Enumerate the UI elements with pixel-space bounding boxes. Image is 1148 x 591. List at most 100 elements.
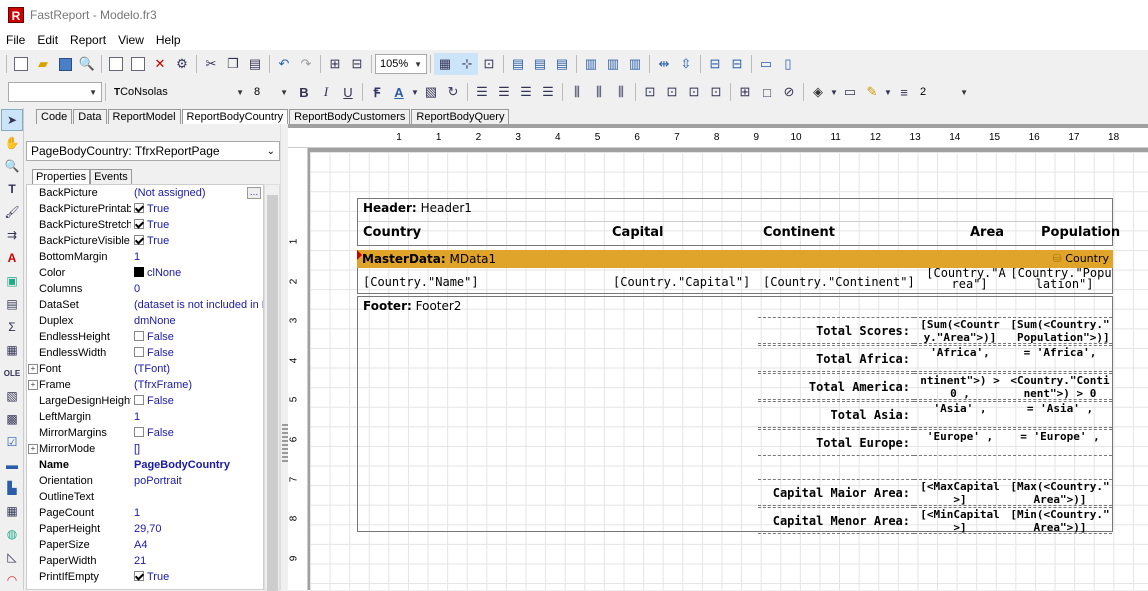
property-value[interactable]: 29,70 xyxy=(131,521,263,537)
field-country-population[interactable]: [Country."Popu lation"] xyxy=(1010,268,1112,290)
font-size-select[interactable]: 8▼ xyxy=(249,82,293,102)
field-country-area[interactable]: [Country."A rea"] xyxy=(925,268,1007,290)
checkbox-object-icon[interactable]: ☑ xyxy=(1,431,23,453)
align-top-icon[interactable]: ▥ xyxy=(580,53,602,75)
same-height-icon[interactable]: ▯ xyxy=(777,53,799,75)
unchecked-checkbox-icon[interactable] xyxy=(134,395,144,405)
footer-total-label[interactable]: Total Africa: xyxy=(758,345,914,372)
text-align-right-icon[interactable]: ☰ xyxy=(515,81,537,103)
richtext-icon[interactable]: ▧ xyxy=(1,385,23,407)
tab-reportbodyquery[interactable]: ReportBodyQuery xyxy=(411,109,509,124)
property-value[interactable]: dmNone xyxy=(131,313,263,329)
map-object-icon[interactable]: ◍ xyxy=(1,523,23,545)
menu-report[interactable]: Report xyxy=(64,33,112,47)
zoom-tool-icon[interactable]: 🔍 xyxy=(1,155,23,177)
property-row[interactable]: OutlineText xyxy=(27,489,263,505)
report-page[interactable]: Header: Header1 Country Capital Continen… xyxy=(310,152,1148,590)
bold-icon[interactable]: B xyxy=(293,81,315,103)
valign-bottom-icon[interactable]: ⫼ xyxy=(610,81,632,103)
property-row[interactable]: MirrorMode[] xyxy=(27,441,263,457)
fill-color-dropdown-icon[interactable]: ▼ xyxy=(829,81,839,103)
new-report-icon[interactable] xyxy=(10,53,32,75)
field-country-name[interactable]: [Country."Name"] xyxy=(363,275,479,289)
center-v-icon[interactable]: ⊟ xyxy=(726,53,748,75)
property-value[interactable]: [] xyxy=(131,441,263,457)
frame-bottom-icon[interactable]: ⊡ xyxy=(661,81,683,103)
align-bottom-icon[interactable]: ▥ xyxy=(624,53,646,75)
copy-icon[interactable]: ❐ xyxy=(222,53,244,75)
subreport-icon[interactable]: ▤ xyxy=(1,293,23,315)
ungroup-icon[interactable]: ⊟ xyxy=(346,53,368,75)
open-folder-icon[interactable]: ▰ xyxy=(32,53,54,75)
property-row[interactable]: LargeDesignHeightFalse xyxy=(27,393,263,409)
menu-help[interactable]: Help xyxy=(150,33,187,47)
property-value[interactable]: 1 xyxy=(131,505,263,521)
frame-top-icon[interactable]: ⊡ xyxy=(639,81,661,103)
checked-checkbox-icon[interactable] xyxy=(134,203,144,213)
checked-checkbox-icon[interactable] xyxy=(134,571,144,581)
menu-edit[interactable]: Edit xyxy=(31,33,64,47)
format-painter-icon[interactable]: 🖌 xyxy=(1,201,23,223)
tab-code[interactable]: Code xyxy=(36,109,72,124)
valign-top-icon[interactable]: ⫼ xyxy=(566,81,588,103)
footer-area-expression[interactable]: [<MaxCapital >] xyxy=(914,479,1006,506)
property-value[interactable]: False xyxy=(131,393,263,409)
shape-object-icon[interactable]: ▬ xyxy=(1,454,23,476)
align-right-icon[interactable]: ▤ xyxy=(551,53,573,75)
property-value[interactable]: 1 xyxy=(131,409,263,425)
footer-total-label[interactable]: Capital Menor Area: xyxy=(758,507,914,534)
property-value[interactable]: True xyxy=(131,569,263,585)
header-continent[interactable]: Continent xyxy=(763,225,835,240)
header-country[interactable]: Country xyxy=(363,225,421,240)
property-row[interactable]: DuplexdmNone xyxy=(27,313,263,329)
font-color-dropdown-icon[interactable]: ▼ xyxy=(410,81,420,103)
masterdata-band-header[interactable]: MasterData: MData1 ⛁ Country xyxy=(357,250,1113,268)
property-row[interactable]: DataSet(dataset is not included in F xyxy=(27,297,263,313)
text-object-icon[interactable]: A xyxy=(1,247,23,269)
property-value[interactable]: False xyxy=(131,425,263,441)
frame-left-icon[interactable]: ⊡ xyxy=(683,81,705,103)
field-country-capital[interactable]: [Country."Capital"] xyxy=(613,275,750,289)
show-grid-icon[interactable]: ▦ xyxy=(434,53,456,75)
footer-population-expression[interactable]: <Country."Conti nent">) > 0 xyxy=(1008,373,1112,400)
font-name-select[interactable]: TCoNsolas▼ xyxy=(109,82,249,102)
center-h-icon[interactable]: ⊟ xyxy=(704,53,726,75)
tab-reportbodycustomers[interactable]: ReportBodyCustomers xyxy=(289,109,410,124)
memo-icon[interactable]: ▦ xyxy=(1,339,23,361)
footer-total-label[interactable]: Total America: xyxy=(758,373,914,400)
property-value[interactable]: 0 xyxy=(131,281,263,297)
system-text-icon[interactable]: Σ xyxy=(1,316,23,338)
text-align-center-icon[interactable]: ☰ xyxy=(493,81,515,103)
valign-middle-icon[interactable]: ⫼ xyxy=(588,81,610,103)
checked-checkbox-icon[interactable] xyxy=(134,235,144,245)
header-area[interactable]: Area xyxy=(970,225,1004,240)
save-icon[interactable] xyxy=(54,53,76,75)
style-select[interactable]: ▼ xyxy=(8,82,102,102)
property-row[interactable]: LeftMargin1 xyxy=(27,409,263,425)
frame-color-dropdown-icon[interactable]: ▼ xyxy=(883,81,893,103)
ole-object-icon[interactable]: OLE xyxy=(1,362,23,384)
undo-icon[interactable]: ↶ xyxy=(273,53,295,75)
footer-area-expression[interactable]: 'Asia' , xyxy=(914,401,1006,428)
gauge-object-icon[interactable]: ◠ xyxy=(1,569,23,591)
property-value[interactable]: True xyxy=(131,233,263,249)
object-selector[interactable]: PageBodyCountry: TfrxReportPage ⌄ xyxy=(26,141,280,161)
menu-file[interactable]: File xyxy=(0,33,31,47)
group-icon[interactable]: ⊞ xyxy=(324,53,346,75)
property-row[interactable]: BackPictureVisibleTrue xyxy=(27,233,263,249)
property-value[interactable]: (TfrxFrame) xyxy=(131,377,263,393)
new-dialog-icon[interactable] xyxy=(127,53,149,75)
property-value[interactable]: poPortrait xyxy=(131,473,263,489)
property-row[interactable]: PageCount1 xyxy=(27,505,263,521)
field-country-continent[interactable]: [Country."Continent"] xyxy=(763,275,915,289)
property-value[interactable]: clNone xyxy=(131,265,263,281)
footer-population-expression[interactable]: [Sum(<Country." Population">)] xyxy=(1008,317,1112,344)
property-row[interactable]: EndlessHeightFalse xyxy=(27,329,263,345)
frame-width-select[interactable]: 2▼ xyxy=(915,82,973,102)
table-object-icon[interactable]: ▦ xyxy=(1,500,23,522)
crosstab-icon[interactable]: ▩ xyxy=(1,408,23,430)
property-row[interactable]: PaperWidth21 xyxy=(27,553,263,569)
new-page-icon[interactable] xyxy=(105,53,127,75)
property-value[interactable]: 21 xyxy=(131,553,263,569)
frame-all-icon[interactable]: ⊞ xyxy=(734,81,756,103)
